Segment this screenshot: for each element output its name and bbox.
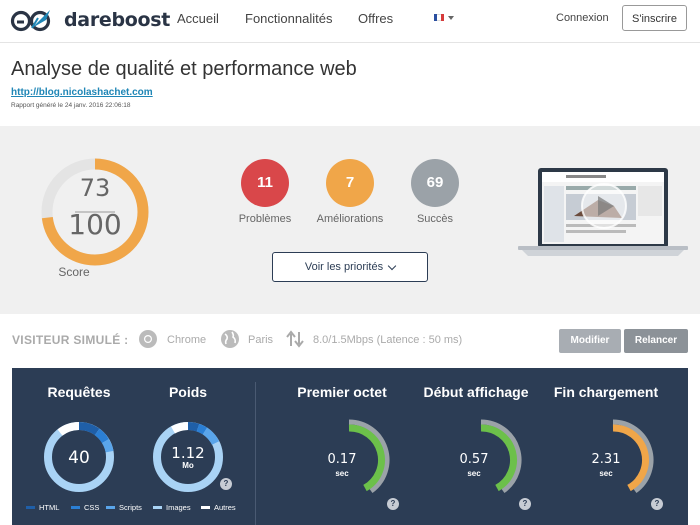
signup-button[interactable]: S'inscrire xyxy=(622,5,687,31)
browser-label: Chrome xyxy=(167,334,207,346)
brand-name: dareboost xyxy=(64,9,171,31)
legend-others: Autres xyxy=(201,503,236,512)
successes-count[interactable]: 69 xyxy=(411,159,459,207)
report-date: Rapport généré le 24 janv. 2016 22:06:18 xyxy=(11,102,131,109)
legend-scripts: Scripts xyxy=(106,503,142,512)
top-navbar: dareboost Accueil Fonctionnalités Offres… xyxy=(0,0,700,43)
requests-value: 40 xyxy=(68,448,90,468)
load-end-help-icon[interactable]: ? xyxy=(651,498,663,510)
legend-label: HTML xyxy=(39,503,60,512)
legend-label: Images xyxy=(166,503,191,512)
report-header: Analyse de qualité et performance web ht… xyxy=(0,43,700,126)
first-byte-unit: sec xyxy=(335,469,349,478)
problems-count[interactable]: 11 xyxy=(241,159,289,207)
weight-unit: Mo xyxy=(182,461,194,470)
page-title: Analyse de qualité et performance web xyxy=(11,58,357,80)
legend-label: Autres xyxy=(214,503,236,512)
globe-icon xyxy=(221,330,239,348)
legend-label: Scripts xyxy=(119,503,142,512)
analyzed-url-link[interactable]: http://blog.nicolashachet.com xyxy=(11,87,153,98)
rerun-button[interactable]: Relancer xyxy=(624,329,688,353)
weight-value: 1.12 xyxy=(171,444,205,462)
language-selector[interactable] xyxy=(434,14,454,21)
chrome-icon xyxy=(139,330,157,348)
french-flag-icon xyxy=(434,14,444,21)
legend-swatch xyxy=(71,506,80,509)
score-label: Score xyxy=(58,265,90,279)
start-render-value: 0.57 xyxy=(459,452,489,467)
legend-swatch xyxy=(26,506,35,509)
load-end-value: 2.31 xyxy=(591,452,621,467)
first-byte-value: 0.17 xyxy=(327,452,357,467)
chevron-down-icon xyxy=(387,261,397,270)
nav-fonctionnalites[interactable]: Fonctionnalités xyxy=(245,11,332,26)
score-value: 73 xyxy=(79,174,111,202)
legend-swatch xyxy=(153,506,162,509)
requests-heading: Requêtes xyxy=(47,384,111,400)
priorities-button[interactable]: Voir les priorités xyxy=(272,252,428,282)
legend-swatch xyxy=(201,506,210,509)
legend-label: CSS xyxy=(84,503,100,512)
start-render-unit: sec xyxy=(467,469,481,478)
site-screenshot-preview[interactable] xyxy=(518,166,688,258)
logo[interactable]: dareboost xyxy=(10,5,170,35)
connection-label: 8.0/1.5Mbps (Latence : 50 ms) xyxy=(313,334,463,346)
successes-label: Succès xyxy=(416,213,454,225)
first-byte-heading: Premier octet xyxy=(297,384,387,400)
dareboost-logo-icon xyxy=(10,10,51,32)
score-gauge: 73 100 xyxy=(37,154,153,270)
weight-heading: Poids xyxy=(168,384,208,400)
legend-css: CSS xyxy=(71,503,99,512)
weight-help-icon[interactable]: ? xyxy=(220,478,232,490)
improvements-count[interactable]: 7 xyxy=(326,159,374,207)
divider xyxy=(255,382,256,525)
nav-accueil[interactable]: Accueil xyxy=(177,11,219,26)
nav-offres[interactable]: Offres xyxy=(358,11,393,26)
simulated-visitor-bar: VISITEUR SIMULÉ : Chrome Paris 8.0/1.5Mb… xyxy=(0,314,700,368)
location-label: Paris xyxy=(248,334,274,346)
up-down-arrows-icon xyxy=(286,330,304,348)
simulated-visitor-title: VISITEUR SIMULÉ : xyxy=(12,333,129,347)
modify-button[interactable]: Modifier xyxy=(559,329,621,353)
legend-html: HTML xyxy=(26,503,59,512)
first-byte-help-icon[interactable]: ? xyxy=(387,498,399,510)
metrics-dashboard: Requêtes Poids Premier octet Début affic… xyxy=(12,368,688,525)
start-render-heading: Début affichage xyxy=(423,384,529,400)
problems-label: Problèmes xyxy=(238,213,292,225)
start-render-help-icon[interactable]: ? xyxy=(519,498,531,510)
legend-images: Images xyxy=(153,503,191,512)
legend-swatch xyxy=(106,506,115,509)
score-max: 100 xyxy=(68,208,122,241)
summary-panel: 73 100 Score 11 Problèmes 7 Amélioration… xyxy=(0,126,700,314)
login-link[interactable]: Connexion xyxy=(556,12,609,24)
load-end-heading: Fin chargement xyxy=(553,384,659,400)
improvements-label: Améliorations xyxy=(316,213,384,225)
chevron-down-icon xyxy=(448,15,454,20)
priorities-button-label: Voir les priorités xyxy=(304,261,384,273)
load-end-unit: sec xyxy=(599,469,613,478)
